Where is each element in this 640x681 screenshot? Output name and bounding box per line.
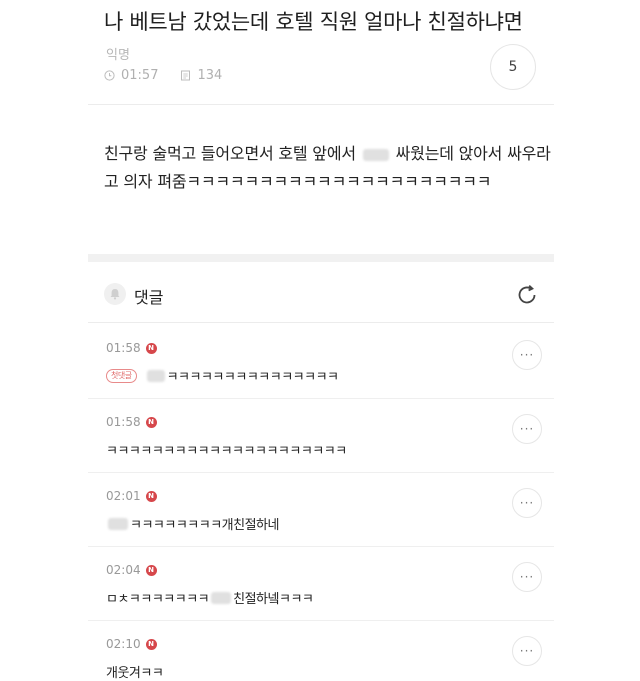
comment-text: ㅋㅋㅋㅋㅋㅋㅋㅋ개친절하네 xyxy=(130,518,279,533)
comment-text: 개웃겨ㅋㅋ xyxy=(106,666,164,681)
divider xyxy=(88,322,554,323)
divider xyxy=(88,472,554,473)
blurred-text xyxy=(108,517,128,530)
blurred-text xyxy=(146,369,165,382)
new-badge: N xyxy=(145,490,157,502)
post-body-part1: 친구랑 술먹고 들어오면서 호텔 앞에서 xyxy=(104,144,356,163)
more-button[interactable]: ··· xyxy=(512,636,542,666)
comment-time: 02:10 xyxy=(106,637,141,651)
post-meta: 01:57 134 xyxy=(104,68,222,83)
comment-text: ㅋㅋㅋㅋㅋㅋㅋㅋㅋㅋㅋㅋㅋㅋㅋㅋㅋㅋㅋㅋㅋ xyxy=(106,444,347,459)
more-button[interactable]: ··· xyxy=(512,414,542,444)
blurred-text xyxy=(362,148,389,161)
document-icon xyxy=(180,70,191,81)
divider xyxy=(88,398,554,399)
post-body: 친구랑 술먹고 들어오면서 호텔 앞에서 싸웠는데 앉아서 싸우라고 의자 펴줌… xyxy=(104,140,554,196)
new-badge: N xyxy=(145,564,157,576)
post-views: 134 xyxy=(197,68,223,83)
new-badge: N xyxy=(145,638,157,650)
divider xyxy=(88,104,554,105)
post-author: 익명 xyxy=(106,48,130,63)
refresh-icon[interactable] xyxy=(514,282,540,308)
more-button[interactable]: ··· xyxy=(512,340,542,370)
comments-label: 댓글 xyxy=(134,288,164,307)
post-title: 나 베트남 갔었는데 호텔 직원 얼마나 친절하냐면 xyxy=(104,10,523,34)
comment-item: 01:58 N ㅋㅋㅋㅋㅋㅋㅋㅋㅋㅋㅋㅋㅋㅋㅋㅋㅋㅋㅋㅋㅋ ··· xyxy=(106,414,546,459)
comment-item: 01:58 N 첫댓글 ㅋㅋㅋㅋㅋㅋㅋㅋㅋㅋㅋㅋㅋㅋㅋ ··· xyxy=(106,340,546,385)
comment-time: 02:01 xyxy=(106,489,141,503)
new-badge: N xyxy=(145,416,157,428)
comment-item: 02:10 N 개웃겨ㅋㅋ ··· xyxy=(106,636,546,681)
post-time: 01:57 xyxy=(121,68,159,83)
comment-time: 02:04 xyxy=(106,563,141,577)
comments-header: 댓글 xyxy=(104,280,544,310)
comment-item: 02:01 N ㅋㅋㅋㅋㅋㅋㅋㅋ개친절하네 ··· xyxy=(106,488,546,533)
post-page: 나 베트남 갔었는데 호텔 직원 얼마나 친절하냐면 익명 01:57 134 … xyxy=(0,0,640,681)
divider xyxy=(88,620,554,621)
comment-time: 01:58 xyxy=(106,341,141,355)
comment-item: 02:04 N ㅁㅊㅋㅋㅋㅋㅋㅋㅋ 친절하넼ㅋㅋㅋ ··· xyxy=(106,562,546,607)
divider xyxy=(88,546,554,547)
more-button[interactable]: ··· xyxy=(512,488,542,518)
blurred-text xyxy=(211,591,232,604)
new-badge: N xyxy=(145,342,157,354)
comment-count-button[interactable]: 5 xyxy=(490,44,536,90)
first-comment-badge: 첫댓글 xyxy=(106,368,137,383)
comment-text: ㅋㅋㅋㅋㅋㅋㅋㅋㅋㅋㅋㅋㅋㅋㅋ xyxy=(166,370,339,385)
clock-icon xyxy=(104,70,115,81)
comment-text: ㅁㅊㅋㅋㅋㅋㅋㅋㅋ xyxy=(106,592,210,607)
bell-icon[interactable] xyxy=(104,283,126,305)
section-divider xyxy=(88,254,554,262)
more-button[interactable]: ··· xyxy=(512,562,542,592)
comment-text: 친절하넼ㅋㅋㅋ xyxy=(233,592,314,607)
comment-time: 01:58 xyxy=(106,415,141,429)
